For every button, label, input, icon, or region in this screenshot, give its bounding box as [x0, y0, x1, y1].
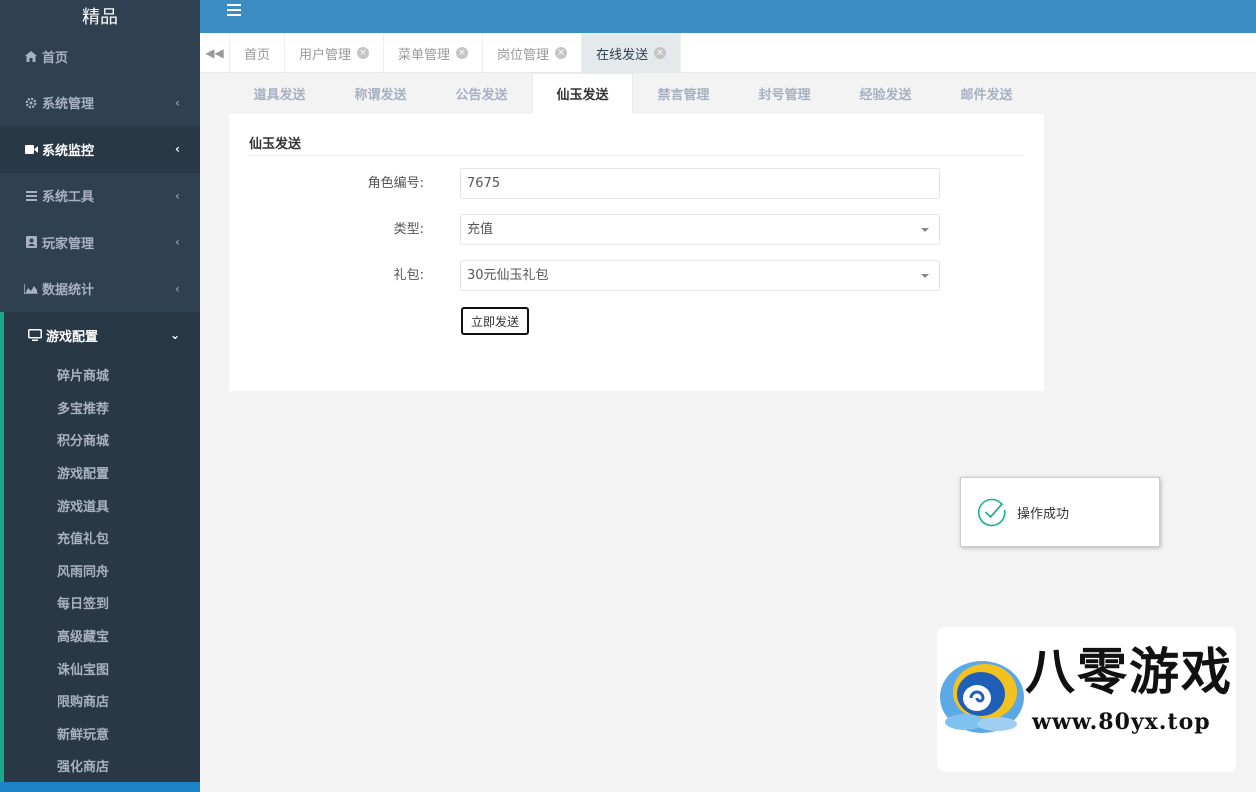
chevron-left-icon: ‹	[175, 188, 180, 203]
sidebar-item-home[interactable]: 首页	[0, 33, 200, 80]
check-circle-icon	[977, 498, 1006, 527]
sidebar-subitem[interactable]: 强化商店	[4, 750, 200, 783]
form-row-gift: 礼包: 30元仙玉礼包	[229, 260, 1044, 291]
gift-select-value: 30元仙玉礼包	[467, 268, 549, 283]
sidebar-subitem[interactable]: 限购商店	[4, 684, 200, 717]
sidebar-item-label: 游戏配置	[46, 329, 99, 345]
sidebar-item-system-tools[interactable]: 系统工具 ‹	[0, 173, 200, 220]
app-logo-text: 精品	[82, 7, 118, 28]
close-icon[interactable]: ×	[654, 47, 667, 59]
menu-toggle-icon[interactable]	[227, 0, 241, 20]
sidebar-item-label: 数据统计	[42, 283, 95, 299]
swirl-logo-icon	[940, 661, 1024, 733]
watermark-url: www.80yx.top	[1032, 709, 1211, 735]
watermark-brand: 八零游戏	[1025, 643, 1233, 701]
tabs-scroll-left-icon[interactable]: ◀◀	[200, 33, 230, 73]
tab-label: 菜单管理	[398, 47, 451, 63]
success-toast: 操作成功	[960, 477, 1160, 547]
role-id-label: 角色编号:	[367, 176, 424, 191]
tab-label: 首页	[244, 47, 271, 63]
send-type-tabs: 道具发送 称谓发送 公告发送 仙玉发送 禁言管理 封号管理 经验发送 邮件发送	[229, 73, 1037, 114]
tab-user-management[interactable]: 用户管理 ×	[285, 33, 385, 73]
tab-online-send[interactable]: 在线发送 ×	[582, 33, 682, 73]
tab-label: 在线发送	[596, 47, 649, 63]
panel-title: 仙玉发送	[249, 133, 1024, 156]
send-now-button[interactable]: 立即发送	[461, 307, 529, 335]
gear-icon	[24, 97, 38, 109]
tab-menu-management[interactable]: 菜单管理 ×	[384, 33, 484, 73]
sidebar-subitem[interactable]: 每日签到	[4, 587, 200, 620]
tab-home[interactable]: 首页	[230, 33, 286, 73]
sidebar-item-label: 系统监控	[42, 143, 95, 159]
top-navbar	[200, 0, 1256, 33]
caret-down-icon	[921, 228, 929, 232]
sidebar-subitem[interactable]: 充值礼包	[4, 521, 200, 554]
page-tabs: ◀◀ 首页 用户管理 × 菜单管理 × 岗位管理 × 在线发送 ×	[200, 33, 1256, 73]
chevron-left-icon: ‹	[175, 281, 180, 296]
subtab-announcement-send[interactable]: 公告发送	[431, 73, 532, 114]
subtab-jade-send[interactable]: 仙玉发送	[532, 73, 633, 114]
close-icon[interactable]: ×	[357, 47, 370, 59]
chevron-left-icon: ‹	[175, 95, 180, 110]
sidebar-item-system-monitor[interactable]: 系统监控 ‹	[0, 126, 200, 173]
form-row-type: 类型: 充值	[229, 214, 1044, 245]
jade-send-panel: 仙玉发送 角色编号: 7675 类型: 充值 礼包: 30元仙玉礼包 立即发送	[229, 114, 1044, 391]
chevron-down-icon: ⌄	[169, 328, 180, 343]
sidebar-subitem[interactable]: 多宝推荐	[4, 391, 200, 424]
type-label: 类型:	[393, 222, 424, 237]
sidebar-item-data-statistics[interactable]: 数据统计 ‹	[0, 266, 200, 313]
close-icon[interactable]: ×	[555, 47, 568, 59]
sidebar-subitem[interactable]: 积分商城	[4, 424, 200, 457]
gift-label: 礼包:	[393, 268, 424, 283]
sidebar-item-system-management[interactable]: 系统管理 ‹	[0, 80, 200, 127]
sidebar-subitem[interactable]: 高级藏宝	[4, 619, 200, 652]
home-icon	[24, 50, 38, 62]
video-camera-icon	[24, 144, 38, 154]
bars-icon	[24, 190, 38, 201]
caret-down-icon	[921, 274, 929, 278]
subtab-item-send[interactable]: 道具发送	[229, 73, 330, 114]
sidebar-item-label: 玩家管理	[42, 236, 95, 252]
subtab-ban-management[interactable]: 封号管理	[734, 73, 835, 114]
sidebar-subitem[interactable]: 风雨同舟	[4, 554, 200, 587]
sidebar-subitem[interactable]: 游戏道具	[4, 489, 200, 522]
type-select-value: 充值	[467, 222, 494, 237]
sidebar-subitem[interactable]: 游戏配置	[4, 456, 200, 489]
sidebar-item-label: 系统工具	[42, 190, 95, 206]
tab-post-management[interactable]: 岗位管理 ×	[483, 33, 583, 73]
area-chart-icon	[24, 283, 38, 294]
sidebar-subitem[interactable]: 新鲜玩意	[4, 717, 200, 750]
sidebar-item-game-config[interactable]: 游戏配置 ⌄	[0, 312, 200, 359]
subtab-mail-send[interactable]: 邮件发送	[936, 73, 1037, 114]
subtab-exp-send[interactable]: 经验发送	[835, 73, 936, 114]
chevron-left-icon: ‹	[175, 235, 180, 250]
role-id-input[interactable]: 7675	[460, 168, 940, 199]
toast-message: 操作成功	[1017, 506, 1070, 522]
subtab-mute-management[interactable]: 禁言管理	[633, 73, 734, 114]
user-card-icon	[24, 236, 38, 249]
tab-label: 用户管理	[299, 47, 352, 63]
app-logo: 精品	[0, 0, 200, 33]
desktop-icon	[28, 329, 42, 342]
gift-select[interactable]: 30元仙玉礼包	[460, 260, 940, 291]
close-icon[interactable]: ×	[456, 47, 469, 59]
type-select[interactable]: 充值	[460, 214, 940, 245]
sidebar-subitem-selected[interactable]	[0, 782, 200, 792]
sidebar-subitem[interactable]: 诛仙宝图	[4, 652, 200, 685]
sidebar-subitem[interactable]: 碎片商城	[4, 359, 200, 392]
sidebar: 精品 首页 系统管理 ‹ 系统监控 ‹ 系统工具 ‹ 玩家管理 ‹ 数据统计 ‹…	[0, 0, 200, 792]
watermark-logo: 八零游戏 www.80yx.top	[937, 627, 1236, 772]
sidebar-item-label: 系统管理	[42, 97, 95, 113]
tab-label: 岗位管理	[497, 47, 550, 63]
subtab-title-send[interactable]: 称谓发送	[330, 73, 431, 114]
form-row-role-id: 角色编号: 7675	[229, 168, 1044, 199]
sidebar-item-player-management[interactable]: 玩家管理 ‹	[0, 219, 200, 266]
sidebar-submenu-game-config: 碎片商城 多宝推荐 积分商城 游戏配置 游戏道具 充值礼包 风雨同舟 每日签到 …	[0, 358, 200, 792]
sidebar-item-label: 首页	[42, 50, 69, 66]
chevron-left-icon: ‹	[175, 142, 180, 157]
